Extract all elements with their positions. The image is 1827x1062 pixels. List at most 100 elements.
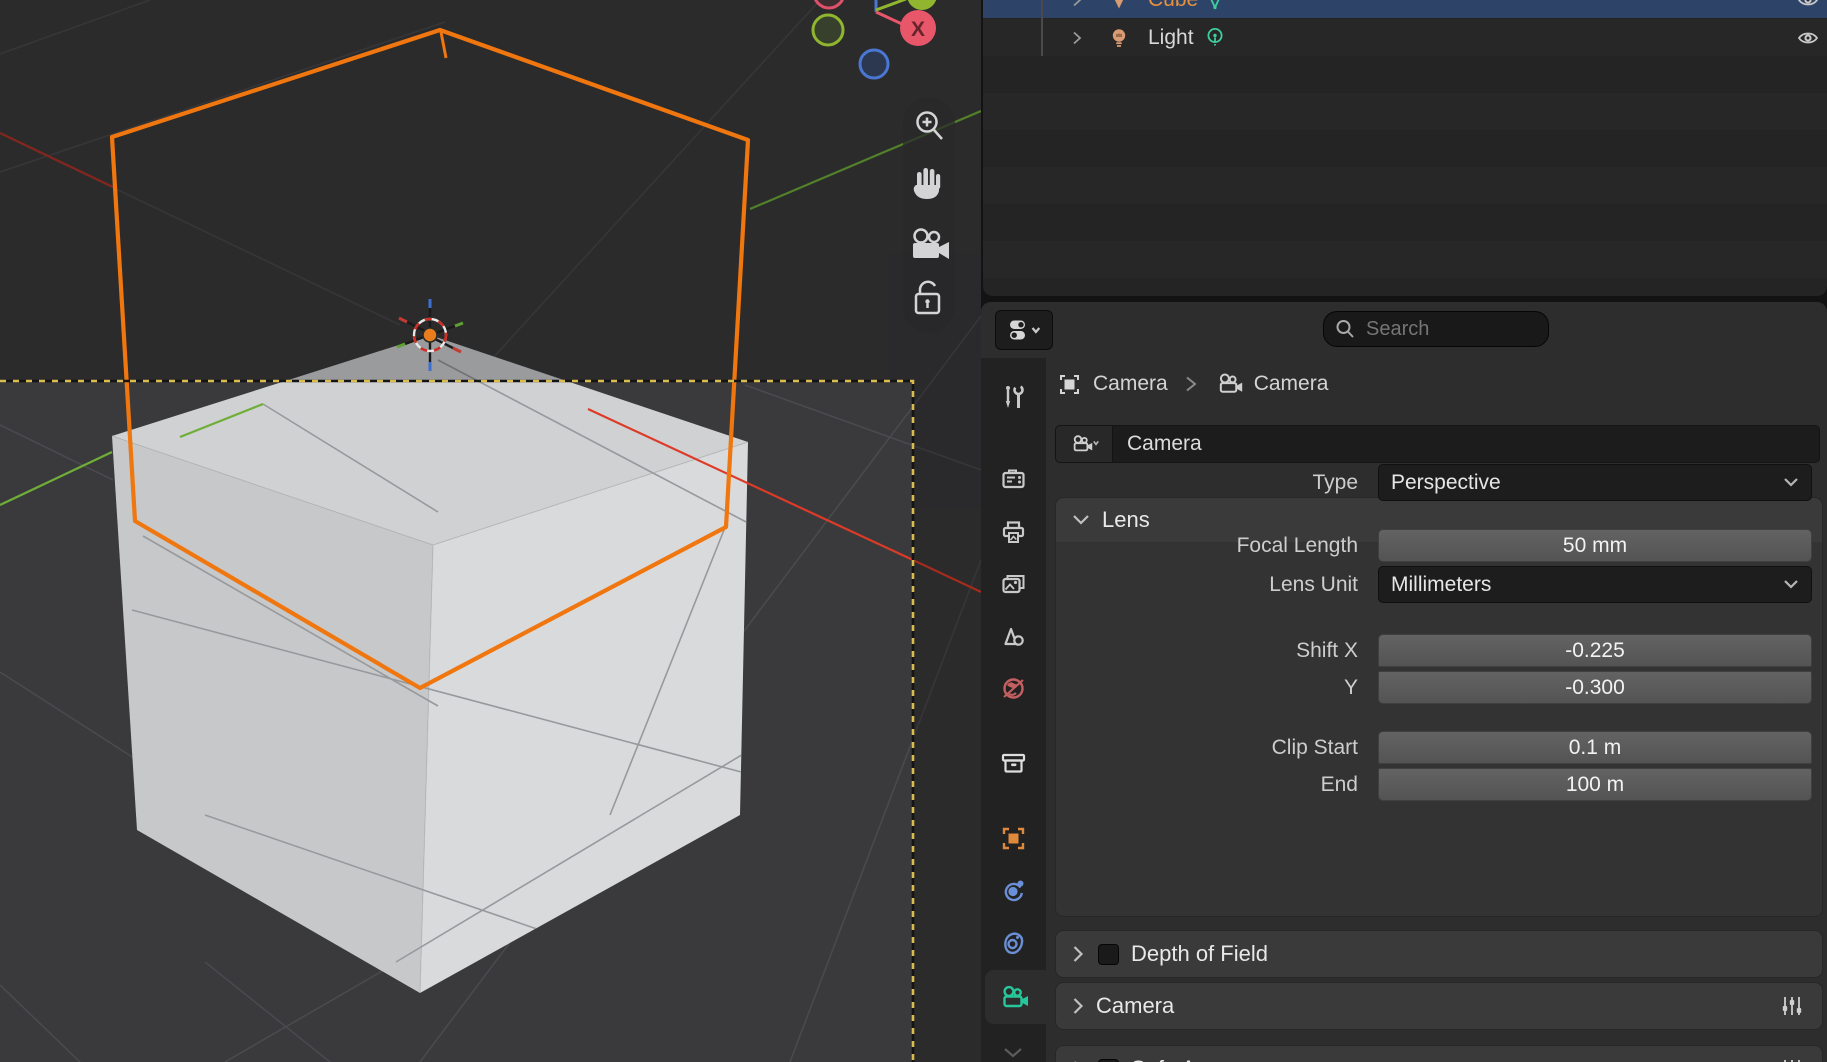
camera-panel-header[interactable]: Camera bbox=[1056, 983, 1822, 1029]
tab-object[interactable] bbox=[981, 814, 1046, 862]
outliner-row-light[interactable]: Light bbox=[983, 19, 1827, 56]
breadcrumb-data[interactable]: Camera bbox=[1214, 369, 1329, 399]
object-properties-icon bbox=[998, 823, 1029, 854]
focal-length-slider[interactable]: 50 mm bbox=[1378, 529, 1812, 562]
properties-tab-column bbox=[981, 358, 1046, 1062]
chevron-down-icon bbox=[1072, 514, 1090, 526]
search-input[interactable] bbox=[1364, 317, 1524, 342]
camera-data-icon bbox=[997, 981, 1030, 1014]
right-panel-area: Cube Light bbox=[981, 0, 1827, 1062]
expand-chevron-icon[interactable] bbox=[1069, 30, 1085, 46]
clip-start-slider[interactable]: 0.1 m bbox=[1378, 731, 1812, 764]
chevron-down-icon bbox=[1094, 441, 1099, 444]
tab-world[interactable] bbox=[981, 664, 1046, 712]
lens-unit-label: Lens Unit bbox=[1120, 568, 1358, 601]
scene-icon bbox=[998, 621, 1029, 652]
camera-icon bbox=[1214, 369, 1244, 399]
depth-of-field-title: Depth of Field bbox=[1131, 941, 1268, 967]
outliner-row-cube[interactable]: Cube bbox=[983, 0, 1827, 18]
properties-editor: Camera Camera bbox=[981, 302, 1827, 1062]
outliner-item-label: Light bbox=[1148, 26, 1194, 50]
mesh-data-icon bbox=[1203, 0, 1227, 12]
visibility-eye-icon[interactable] bbox=[1796, 0, 1820, 12]
breadcrumb-data-label: Camera bbox=[1254, 372, 1329, 396]
tab-scene[interactable] bbox=[981, 612, 1046, 660]
chevron-down-icon bbox=[1783, 579, 1799, 590]
search-box[interactable] bbox=[1323, 311, 1549, 347]
viewport-tools bbox=[903, 97, 955, 333]
breadcrumb: Camera Camera bbox=[1056, 364, 1328, 404]
tab-object-data[interactable] bbox=[981, 973, 1046, 1021]
chevron-down-icon bbox=[1783, 477, 1799, 488]
safe-areas-checkbox[interactable] bbox=[1098, 1059, 1119, 1062]
object-origin-dot bbox=[423, 328, 437, 342]
safe-areas-title: Safe Areas bbox=[1131, 1056, 1239, 1062]
editor-type-button[interactable] bbox=[995, 310, 1053, 350]
tab-physics[interactable] bbox=[981, 866, 1046, 914]
clip-start-label: Clip Start bbox=[1120, 731, 1358, 764]
physics-icon bbox=[998, 875, 1029, 906]
tab-render[interactable] bbox=[981, 456, 1046, 504]
type-dropdown[interactable]: Perspective bbox=[1378, 464, 1812, 501]
chevron-down-icon bbox=[1033, 328, 1040, 332]
shift-x-label: Shift X bbox=[1120, 634, 1358, 667]
render-icon bbox=[998, 465, 1029, 496]
axis-ball-negy[interactable] bbox=[813, 15, 843, 45]
shift-y-slider[interactable]: -0.300 bbox=[1378, 671, 1812, 704]
datablock-row: Camera bbox=[1055, 425, 1820, 463]
axis-x-label: X bbox=[911, 18, 925, 41]
visibility-eye-icon[interactable] bbox=[1796, 26, 1820, 50]
chevron-right-icon bbox=[1072, 997, 1084, 1015]
camera-panel: Camera bbox=[1055, 982, 1823, 1030]
properties-content: Camera Camera bbox=[1046, 358, 1827, 1062]
tab-view-layer[interactable] bbox=[981, 560, 1046, 608]
chevron-right-icon bbox=[1072, 945, 1084, 963]
datablock-name-field[interactable]: Camera bbox=[1113, 425, 1820, 463]
clip-end-label: End bbox=[1120, 768, 1358, 801]
safe-areas-panel: Safe Areas bbox=[1055, 1045, 1823, 1062]
view-layer-icon bbox=[998, 569, 1029, 600]
shift-y-label: Y bbox=[1120, 671, 1358, 704]
safe-areas-header[interactable]: Safe Areas bbox=[1056, 1046, 1822, 1062]
breadcrumb-object-label: Camera bbox=[1093, 372, 1168, 396]
light-object-icon bbox=[1107, 26, 1131, 50]
expand-chevron-icon[interactable] bbox=[1069, 0, 1085, 8]
viewport-canvas[interactable]: X bbox=[0, 0, 981, 1062]
constraints-icon bbox=[998, 928, 1029, 959]
clip-end-slider[interactable]: 100 m bbox=[1378, 768, 1812, 801]
light-data-icon bbox=[1203, 26, 1227, 50]
tool-icon bbox=[998, 382, 1029, 413]
collection-box-icon bbox=[998, 747, 1029, 778]
output-printer-icon bbox=[998, 517, 1029, 548]
world-icon bbox=[998, 673, 1029, 704]
focal-length-label: Focal Length bbox=[1120, 529, 1358, 562]
object-icon bbox=[1056, 371, 1083, 398]
axis-ball-negz[interactable] bbox=[860, 50, 888, 78]
depth-of-field-checkbox[interactable] bbox=[1098, 944, 1119, 965]
tab-constraints[interactable] bbox=[981, 919, 1046, 967]
breadcrumb-object[interactable]: Camera bbox=[1056, 371, 1168, 398]
mesh-object-icon bbox=[1107, 0, 1131, 12]
camera-panel-title: Camera bbox=[1096, 993, 1174, 1019]
presets-icon[interactable] bbox=[1780, 1057, 1804, 1062]
datablock-type-button[interactable] bbox=[1055, 425, 1113, 463]
properties-header bbox=[981, 302, 1827, 358]
lens-unit-dropdown[interactable]: Millimeters bbox=[1378, 566, 1812, 603]
presets-icon[interactable] bbox=[1780, 994, 1804, 1018]
properties-editor-icon bbox=[1006, 316, 1042, 344]
tab-tool[interactable] bbox=[981, 373, 1046, 421]
camera-icon bbox=[1069, 431, 1099, 457]
shift-x-slider[interactable]: -0.225 bbox=[1378, 634, 1812, 667]
tab-collection[interactable] bbox=[981, 738, 1046, 786]
depth-of-field-header[interactable]: Depth of Field bbox=[1056, 931, 1822, 977]
breadcrumb-chevron-icon bbox=[1184, 375, 1198, 393]
depth-of-field-panel: Depth of Field bbox=[1055, 930, 1823, 978]
outliner-item-label: Cube bbox=[1148, 0, 1198, 12]
tabs-scroll-chevron-icon[interactable] bbox=[1001, 1046, 1025, 1060]
type-label: Type bbox=[1120, 466, 1358, 499]
tab-output[interactable] bbox=[981, 508, 1046, 556]
blender-window: X bbox=[0, 0, 1827, 1062]
outliner-editor: Cube Light bbox=[983, 0, 1827, 296]
outliner-indent-guide bbox=[1041, 0, 1043, 56]
search-icon bbox=[1334, 318, 1356, 340]
